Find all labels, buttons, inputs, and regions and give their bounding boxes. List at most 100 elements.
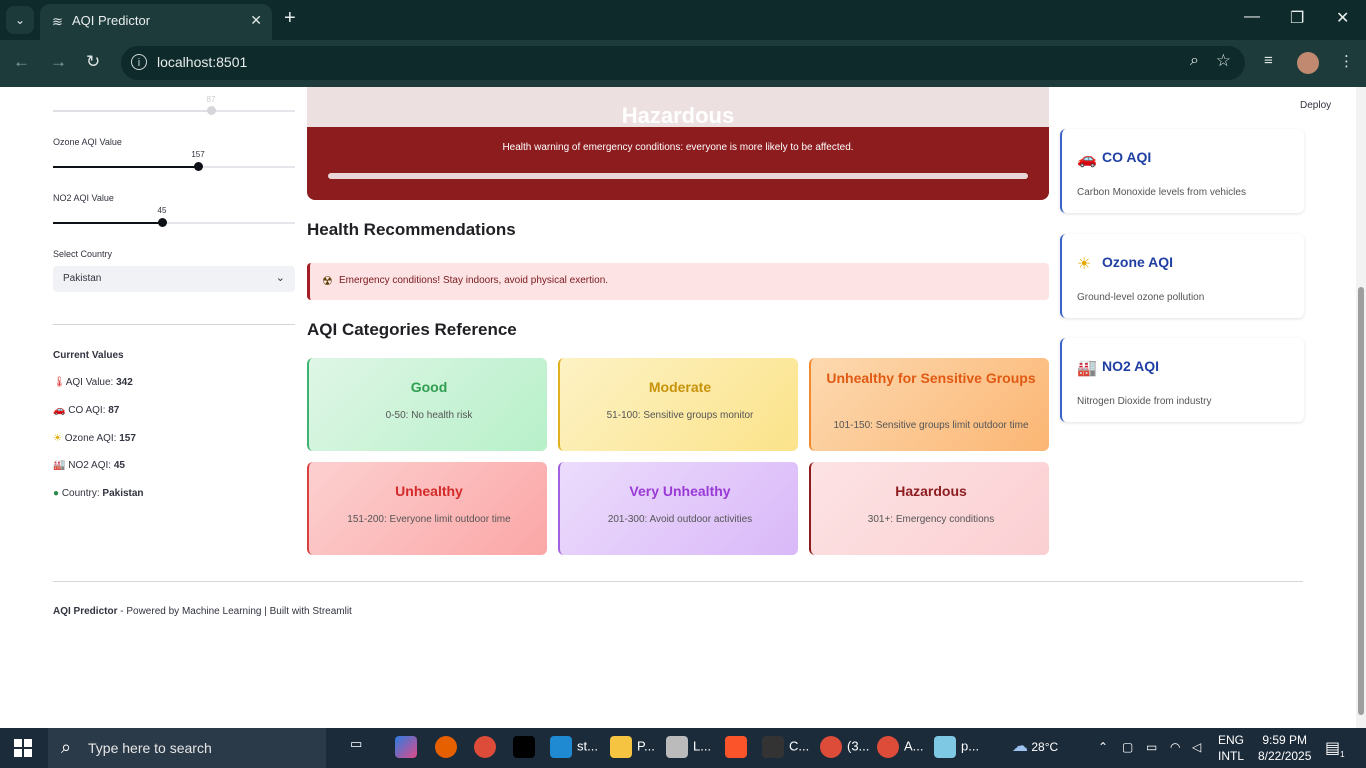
zoom-icon[interactable]: ⌕ — [1190, 52, 1199, 70]
partial-slider[interactable]: 87 — [53, 95, 295, 115]
footer-divider — [53, 581, 1303, 582]
forward-button[interactable]: → — [50, 52, 67, 72]
category-desc: 201-300: Avoid outdoor activities — [607, 514, 753, 525]
volume-icon[interactable]: ◁ — [1192, 740, 1201, 754]
browser-tab[interactable]: ≋ AQI Predictor ✕ — [40, 4, 272, 40]
taskbar-search[interactable]: ⌕ Type here to search — [48, 728, 326, 768]
browser-tab-bar: ⌄ ≋ AQI Predictor ✕ + — ❐ ✕ — [0, 0, 1366, 40]
footer-text: - Powered by Machine Learning | Built wi… — [117, 606, 352, 617]
globe-icon: ● — [53, 488, 60, 499]
address-bar[interactable]: i localhost:8501 ⌕ ☆ — [121, 46, 1245, 80]
taskbar-app-chrome-2[interactable]: A... — [877, 736, 924, 758]
country-select-value: Pakistan — [63, 273, 102, 284]
current-ozone: ☀ Ozone AQI: 157 — [53, 433, 136, 444]
sun-icon: ☀ — [1077, 256, 1092, 273]
taskbar-app-paint[interactable]: p... — [934, 736, 979, 758]
restore-button[interactable]: ❐ — [1290, 8, 1304, 28]
windows-start-icon[interactable] — [14, 739, 32, 757]
streamlit-page: Deploy 87 Ozone AQI Value 157 NO2 AQI Va… — [0, 87, 1366, 728]
pollutant-title: Ozone AQI — [1102, 254, 1174, 270]
result-warning: Health warning of emergency conditions: … — [502, 142, 854, 153]
ozone-slider[interactable]: 157 — [53, 150, 295, 171]
back-button[interactable]: ← — [13, 52, 30, 72]
page-scrollbar[interactable] — [1356, 87, 1366, 728]
site-info-icon[interactable]: i — [131, 54, 147, 70]
no2-slider-value: 45 — [157, 206, 167, 215]
minimize-button[interactable]: — — [1244, 8, 1260, 26]
category-title: Moderate — [648, 379, 712, 395]
pollutant-desc: Ground-level ozone pollution — [1077, 292, 1205, 303]
streamlit-favicon-icon: ≋ — [52, 14, 63, 29]
clock[interactable]: 9:59 PM 8/22/2025 — [1258, 732, 1311, 764]
category-title: Unhealthy for Sensitive Groups — [826, 370, 1036, 386]
no2-slider[interactable]: 45 — [53, 206, 295, 227]
browser-menu-icon[interactable]: ⋮ — [1339, 52, 1354, 70]
weather-icon: ☁ — [1012, 738, 1028, 755]
taskbar-app-chrome-1[interactable]: (3... — [820, 736, 869, 758]
weather-widget[interactable]: ☁ 28°C — [1012, 736, 1058, 756]
category-desc: 0-50: No health risk — [385, 410, 473, 421]
category-card-unhealthy: Unhealthy 151-200: Everyone limit outdoo… — [307, 462, 547, 555]
country-select[interactable]: Pakistan ⌄ — [53, 266, 295, 292]
chrome-icon[interactable] — [474, 736, 501, 758]
category-card-moderate: Moderate 51-100: Sensitive groups monito… — [558, 358, 798, 451]
reload-button[interactable]: ↻ — [86, 52, 100, 72]
new-tab-button[interactable]: + — [284, 7, 296, 30]
meet-icon[interactable]: ▢ — [1122, 740, 1133, 754]
ozone-slider-thumb[interactable] — [194, 162, 203, 171]
tradingview-icon[interactable] — [513, 736, 540, 758]
footer: AQI Predictor - Powered by Machine Learn… — [53, 606, 352, 617]
category-desc: 151-200: Everyone limit outdoor time — [347, 514, 511, 525]
tab-title: AQI Predictor — [72, 13, 151, 28]
pollutant-card-co: 🚗 CO AQI Carbon Monoxide levels from veh… — [1060, 129, 1304, 213]
profile-avatar[interactable] — [1297, 52, 1319, 74]
chevron-down-icon: ⌄ — [275, 272, 285, 284]
category-desc: 101-150: Sensitive groups limit outdoor … — [833, 420, 1029, 431]
car-icon: 🚗 — [1077, 151, 1097, 168]
category-card-hazardous: Hazardous 301+: Emergency conditions — [809, 462, 1049, 555]
wifi-icon[interactable]: ◠ — [1170, 740, 1180, 754]
health-alert: ☢ Emergency conditions! Stay indoors, av… — [307, 263, 1049, 300]
taskbar-app-vscode[interactable]: st... — [550, 736, 598, 758]
partial-slider-value: 87 — [206, 95, 216, 104]
task-view-icon[interactable]: ▭ — [350, 736, 362, 752]
category-desc: 51-100: Sensitive groups monitor — [606, 410, 754, 421]
chrome-icon — [877, 736, 899, 758]
taskbar-app-terminal[interactable]: C... — [762, 736, 809, 758]
taskbar-app-explorer[interactable]: P... — [610, 736, 655, 758]
scrollbar-thumb[interactable] — [1358, 287, 1364, 715]
car-icon: 🚗 — [53, 405, 66, 416]
pollutant-card-ozone: ☀ Ozone AQI Ground-level ozone pollution — [1060, 234, 1304, 318]
firefox-icon[interactable] — [435, 736, 462, 758]
brave-icon[interactable] — [725, 736, 752, 758]
thermometer-icon: 🌡 — [53, 377, 66, 388]
media-control-icon[interactable]: ≡ — [1264, 52, 1273, 69]
url-text: localhost:8501 — [157, 54, 248, 70]
no2-slider-thumb[interactable] — [158, 218, 167, 227]
folder-icon — [610, 736, 632, 758]
battery-icon[interactable]: ▭ — [1146, 740, 1157, 754]
bookmark-star-icon[interactable]: ☆ — [1216, 51, 1231, 71]
tab-close-icon[interactable]: ✕ — [250, 12, 262, 29]
tab-search-button[interactable]: ⌄ — [6, 6, 34, 34]
copilot-icon[interactable] — [395, 736, 422, 758]
category-title: Good — [410, 379, 448, 395]
close-window-button[interactable]: ✕ — [1336, 8, 1349, 28]
factory-icon: 🏭 — [1077, 360, 1097, 377]
tray-overflow-icon[interactable]: ⌃ — [1098, 740, 1108, 754]
result-category: Hazardous — [621, 103, 735, 128]
current-country: ● Country: Pakistan — [53, 488, 144, 499]
deploy-button[interactable]: Deploy — [1300, 100, 1331, 111]
vscode-icon — [550, 736, 572, 758]
browser-toolbar: ← → ↻ i localhost:8501 ⌕ ☆ ≡ ⋮ — [0, 40, 1366, 87]
notifications-icon[interactable]: ▤1 — [1325, 738, 1345, 759]
current-co: 🚗 CO AQI: 87 — [53, 405, 120, 416]
language-indicator[interactable]: ENG INTL — [1218, 732, 1244, 764]
taskbar-app-drive[interactable]: L... — [666, 736, 711, 758]
drive-icon — [666, 736, 688, 758]
current-aqi: 🌡AQI Value: 342 — [53, 377, 133, 388]
pollutant-desc: Carbon Monoxide levels from vehicles — [1077, 187, 1246, 198]
terminal-icon — [762, 736, 784, 758]
windows-taskbar: ⌕ Type here to search ▭ st... P... L... … — [0, 728, 1366, 768]
radioactive-icon: ☢ — [322, 274, 333, 288]
